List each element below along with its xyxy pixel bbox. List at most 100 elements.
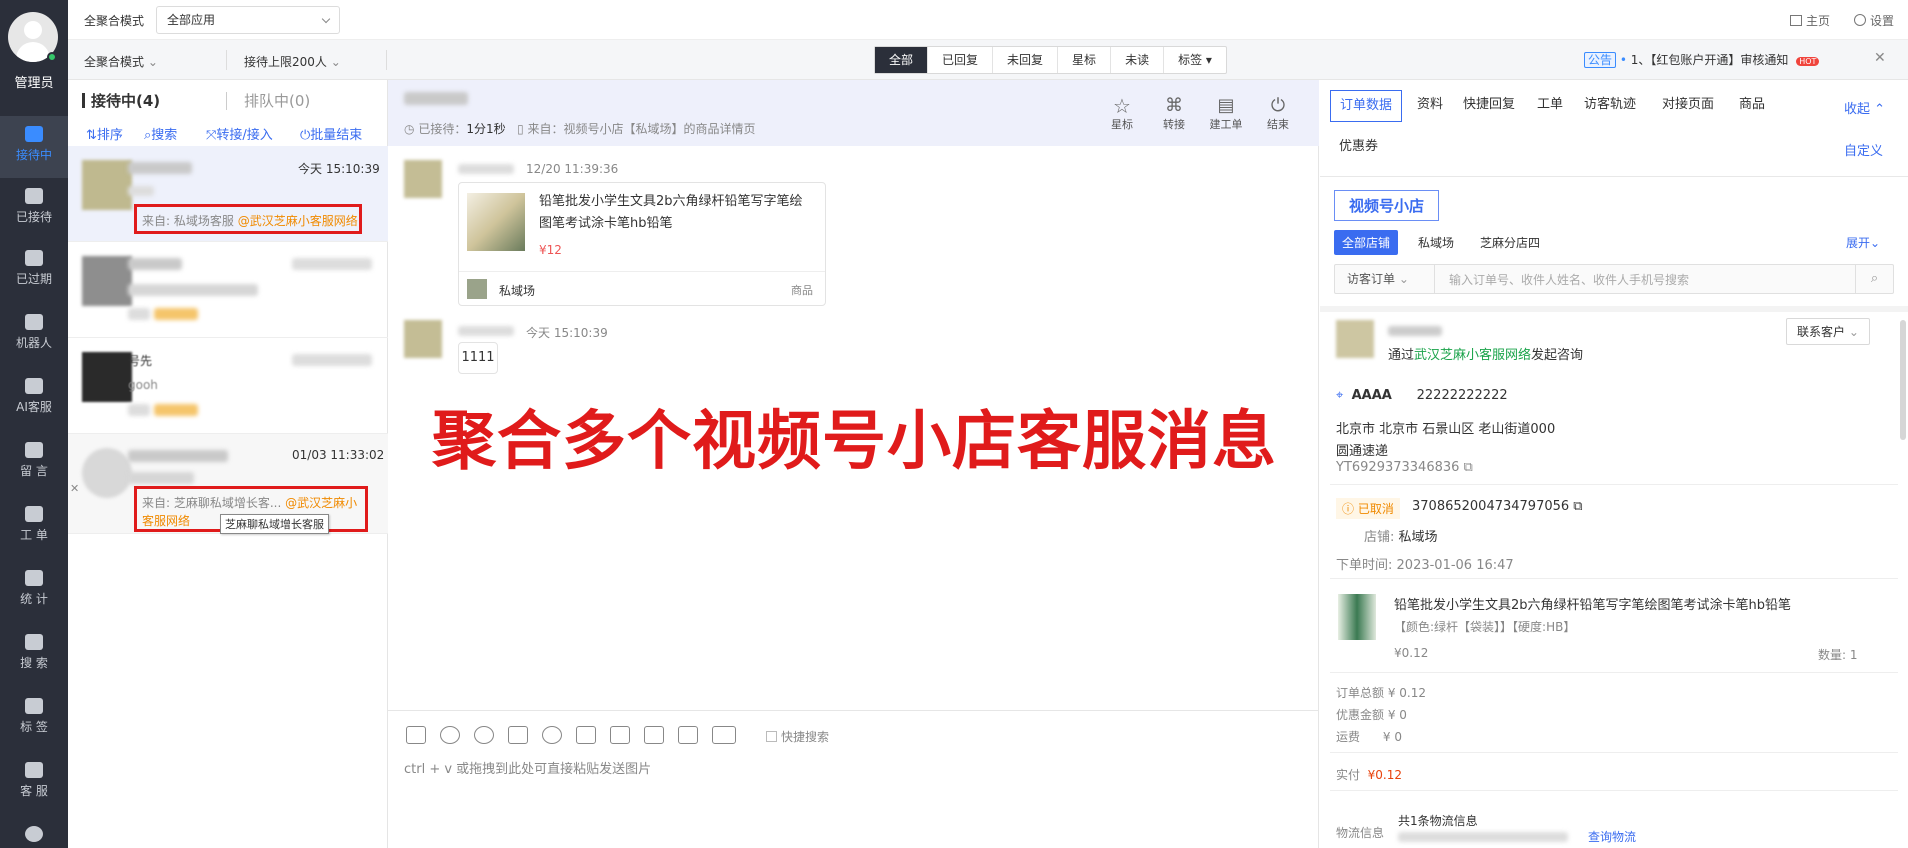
rail-item-robot[interactable]: 机器人 [0, 304, 68, 366]
rail-item-expired[interactable]: 已过期 [0, 240, 68, 302]
conversation-item[interactable] [68, 242, 388, 338]
filter-tags[interactable]: 标签 ▾ [1164, 47, 1226, 73]
emoji-icon[interactable] [474, 726, 494, 744]
via-account[interactable]: 武汉芝麻小客服网络 [1414, 348, 1531, 363]
product-card[interactable]: 铅笔批发小学生文具2b六角绿杆铅笔写字笔绘图笔考试涂卡笔hb铅笔 ¥12 私域场… [458, 182, 826, 306]
order-search-input[interactable]: 输入订单号、收件人姓名、收件人手机号搜索 [1449, 271, 1689, 288]
book-icon: ▯ [517, 122, 524, 136]
rail-item-more[interactable] [0, 816, 68, 848]
end-chat-button[interactable]: ⏻ 结束 [1258, 96, 1298, 132]
source-account [154, 308, 198, 320]
star-button[interactable]: ☆ 星标 [1102, 96, 1142, 132]
quick-search-toggle[interactable]: 快捷搜索 [766, 728, 829, 745]
store-filter-all[interactable]: 全部店铺 [1334, 230, 1399, 255]
rail-item-tickets[interactable]: 工 单 [0, 496, 68, 558]
tab-quick-reply[interactable]: 快捷回复 [1454, 90, 1524, 120]
clock-icon[interactable] [440, 726, 460, 744]
message-input[interactable]: ctrl + v 或拖拽到此处可直接粘贴发送图片 [404, 758, 651, 777]
shop-name: 私域场 [499, 284, 536, 298]
chevron-down-icon: ⌄ [1870, 236, 1881, 250]
inbox-icon[interactable] [610, 726, 630, 744]
video-icon[interactable] [644, 726, 664, 744]
customer-avatar [404, 320, 442, 358]
settings-link[interactable]: 设置 [1854, 12, 1894, 29]
rail-item-served[interactable]: 已接待 [0, 178, 68, 240]
tab-order-data[interactable]: 订单数据 [1330, 90, 1403, 122]
customize-button[interactable]: 自定义 [1844, 140, 1883, 159]
id-card-icon[interactable] [712, 726, 736, 744]
sort-icon: ⇅ [86, 128, 97, 143]
end-chat-label: 结束 [1267, 118, 1289, 131]
tab-serving[interactable]: 接待中(4) [82, 90, 160, 111]
close-conversation-icon[interactable]: ✕ [70, 482, 79, 495]
tab-visitor-trail[interactable]: 访客轨迹 [1575, 90, 1645, 120]
item-spec: 【颜色:绿杆【袋装】】【硬度:HB】 [1394, 620, 1576, 634]
rail-item-tags[interactable]: 标 签 [0, 688, 68, 750]
rail-label: 标 签 [20, 720, 48, 734]
filter-all[interactable]: 全部 [875, 47, 929, 73]
scrollbar[interactable] [1900, 320, 1906, 440]
tab-docking-page[interactable]: 对接页面 [1653, 90, 1723, 120]
rail-label: 留 言 [20, 464, 48, 478]
rail-item-ai[interactable]: AI客服 [0, 368, 68, 430]
chevron-down-icon: ⌄ [147, 55, 158, 69]
create-ticket-button[interactable]: ▤ 建工单 [1206, 96, 1246, 132]
expand-label: 展开 [1846, 236, 1871, 250]
store-filter-private[interactable]: 私域场 [1418, 234, 1454, 251]
info-icon: ⓘ [1342, 502, 1355, 516]
rail-item-messages[interactable]: 留 言 [0, 432, 68, 494]
chat-source: 来自：视频号小店【私域场】的商品详情页 [527, 122, 756, 136]
copy-icon[interactable]: ⧉ [1573, 499, 1582, 514]
copy-icon[interactable]: ⧉ [1464, 460, 1473, 475]
rail-item-stats[interactable]: 统 计 [0, 560, 68, 622]
expand-button[interactable]: 展开⌄ [1846, 234, 1880, 251]
tab-products[interactable]: 商品 [1730, 90, 1774, 120]
limit-select[interactable]: 接待上限200人 ⌄ [244, 53, 341, 70]
courier-name: 圆通速递 [1336, 444, 1389, 459]
scissors-icon[interactable] [508, 726, 528, 744]
coupon-icon[interactable] [542, 726, 562, 744]
notice-bar[interactable]: 公告 • 1、【红包账户开通】审核通知 HOT [1584, 51, 1820, 68]
app-select[interactable]: 全部应用 [156, 6, 340, 34]
rail-label: 已过期 [15, 272, 52, 286]
create-ticket-label: 建工单 [1209, 118, 1243, 131]
sort-button[interactable]: ⇅排序 [86, 124, 123, 143]
home-link[interactable]: 主页 [1790, 12, 1830, 29]
rail-item-serving[interactable]: 接待中 [0, 116, 68, 178]
mode-select[interactable]: 全聚合模式 ⌄ [84, 53, 158, 70]
batch-end-button[interactable]: ⏻批量结束 [300, 124, 362, 143]
upload-icon[interactable] [576, 726, 596, 744]
store-filter-branch[interactable]: 芝麻分店四 [1480, 234, 1540, 251]
conversation-item[interactable]: 今天 15:10:39 来自: 私域场客服 @武汉芝麻小客服网络 [68, 146, 388, 242]
query-logistics-link[interactable]: 查询物流 [1588, 828, 1636, 845]
conversation-item[interactable]: 号先 gooh [68, 338, 388, 434]
clipboard-icon[interactable] [678, 726, 698, 744]
conversation-item[interactable]: ✕ 01/03 11:33:02 来自: 芝麻聊私域增长客... @武汉芝麻小客… [68, 434, 388, 534]
filter-unread[interactable]: 未读 [1111, 47, 1165, 73]
tab-ticket[interactable]: 工单 [1528, 90, 1572, 120]
collapse-button[interactable]: 收起 ⌃ [1844, 98, 1885, 117]
rail-item-agents[interactable]: 客 服 [0, 752, 68, 814]
tab-queue[interactable]: 排队中(0) [244, 90, 310, 111]
message-time: 今天 15:10:39 [526, 326, 608, 340]
chart-icon[interactable] [406, 726, 426, 744]
rail-item-search[interactable]: 搜 索 [0, 624, 68, 686]
tag-icon [25, 698, 43, 714]
filter-replied[interactable]: 已回复 [928, 47, 994, 73]
search-button[interactable]: ⌕搜索 [144, 124, 177, 143]
transfer-button[interactable]: ⤧转接/接入 [206, 124, 273, 143]
tab-coupons[interactable]: 优惠券 [1330, 132, 1387, 162]
via-suffix: 发起咨询 [1531, 348, 1584, 363]
contact-customer-button[interactable]: 联系客户 ⌄ [1786, 318, 1870, 345]
filter-starred[interactable]: 星标 [1058, 47, 1112, 73]
location-pin-icon: ⌖ [1336, 388, 1344, 403]
stats-icon [25, 570, 43, 586]
right-panel: 订单数据 资料 快捷回复 工单 访客轨迹 对接页面 商品 收起 ⌃ 优惠券 自定… [1320, 80, 1908, 848]
search-icon[interactable]: ⌕ [1855, 265, 1893, 293]
order-type-select[interactable]: 访客订单 ⌄ [1335, 265, 1435, 293]
filter-unreplied[interactable]: 未回复 [993, 47, 1059, 73]
tab-profile[interactable]: 资料 [1408, 90, 1452, 120]
transfer-chat-button[interactable]: ⌘ 转接 [1154, 96, 1194, 132]
close-notice-icon[interactable]: ✕ [1874, 50, 1886, 66]
clock-icon: ◷ [404, 122, 415, 136]
